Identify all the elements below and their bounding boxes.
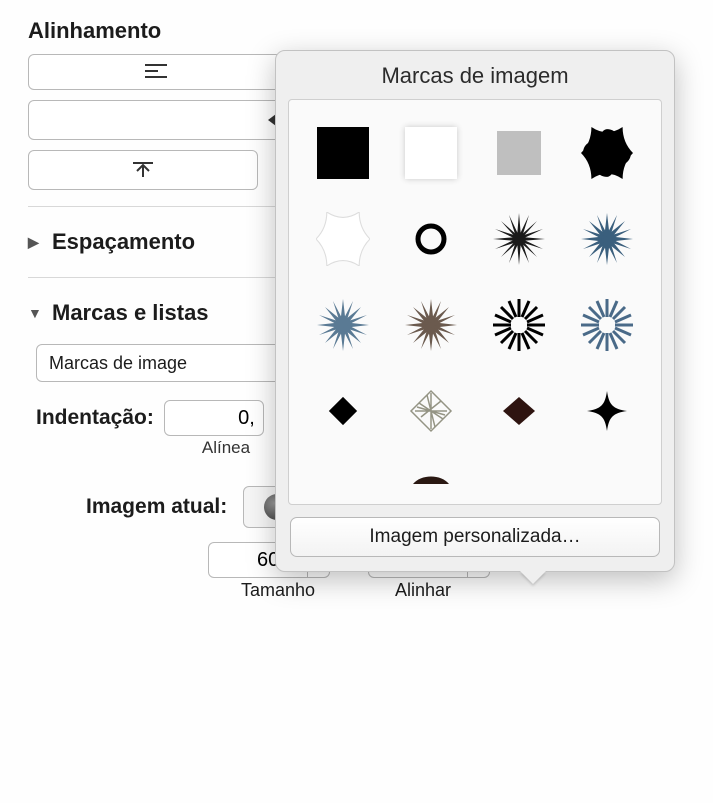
gray-square-icon <box>497 131 541 175</box>
white-square-icon <box>405 127 457 179</box>
starburst-black-icon <box>491 211 547 267</box>
indent-label: Indentação: <box>36 406 154 430</box>
diamond-brown-icon <box>501 395 537 427</box>
bullet-type-value: Marcas de image <box>49 353 187 374</box>
quatrefoil-black-icon <box>581 127 633 179</box>
scribble-diamond-icon <box>407 387 455 435</box>
indent-bullet-input[interactable] <box>164 400 264 436</box>
move-top-icon <box>131 161 155 179</box>
spacing-label: Espaçamento <box>52 229 195 255</box>
bullet-option-blue-starburst-light[interactable] <box>299 282 387 368</box>
bullet-option-gray-square[interactable] <box>475 110 563 196</box>
bullet-option-brown-starburst[interactable] <box>387 282 475 368</box>
alignment-heading: Alinhamento <box>28 18 540 44</box>
bullet-option-black-quatrefoil[interactable] <box>563 110 651 196</box>
disclosure-triangle-icon: ▼ <box>28 305 42 321</box>
bullet-option-blue-stripe-burst[interactable] <box>563 282 651 368</box>
bullet-option-white-quatrefoil[interactable] <box>299 196 387 282</box>
black-square-icon <box>317 127 369 179</box>
sparkle-black-icon <box>585 389 629 433</box>
bullet-option-black-sparkle[interactable] <box>563 368 651 454</box>
bullet-option-partial[interactable] <box>387 454 475 494</box>
align-sublabel: Alinhar <box>348 580 498 601</box>
bullet-option-scribble-diamond[interactable] <box>387 368 475 454</box>
current-image-label: Imagem atual: <box>86 495 227 519</box>
custom-image-button[interactable]: Imagem personalizada… <box>290 517 660 557</box>
starburst-brown-icon <box>403 297 459 353</box>
align-left-icon <box>144 63 168 81</box>
stripe-burst-blue-icon <box>579 297 635 353</box>
custom-image-label: Imagem personalizada… <box>369 526 580 548</box>
bullets-label: Marcas e listas <box>52 300 209 326</box>
size-sublabel: Tamanho <box>208 580 348 601</box>
popover-title: Marcas de imagem <box>276 51 674 99</box>
bullet-option-black-diamond[interactable] <box>299 368 387 454</box>
circle-outline-icon <box>414 222 448 256</box>
bullet-option-black-stripe-burst[interactable] <box>475 282 563 368</box>
starburst-blue-light-icon <box>315 297 371 353</box>
move-to-top-button[interactable] <box>28 150 258 190</box>
bullet-option-white-square[interactable] <box>387 110 475 196</box>
bullet-image-grid <box>288 99 662 505</box>
diamond-black-icon <box>327 395 359 427</box>
bullet-option-black-square[interactable] <box>299 110 387 196</box>
stripe-burst-black-icon <box>491 297 547 353</box>
bullet-option-brown-diamond[interactable] <box>475 368 563 454</box>
disclosure-triangle-icon: ▶ <box>28 234 42 251</box>
align-left-button[interactable] <box>28 54 285 90</box>
quatrefoil-white-icon <box>316 212 370 266</box>
bullet-option-blue-starburst-solid[interactable] <box>563 196 651 282</box>
partial-shape-icon <box>411 464 451 484</box>
indent-bullet-sublabel: Alínea <box>176 438 276 458</box>
bullet-option-black-starburst[interactable] <box>475 196 563 282</box>
image-bullets-popover: Marcas de imagem <box>275 50 675 572</box>
bullet-option-circle-outline[interactable] <box>387 196 475 282</box>
starburst-blue-icon <box>579 211 635 267</box>
